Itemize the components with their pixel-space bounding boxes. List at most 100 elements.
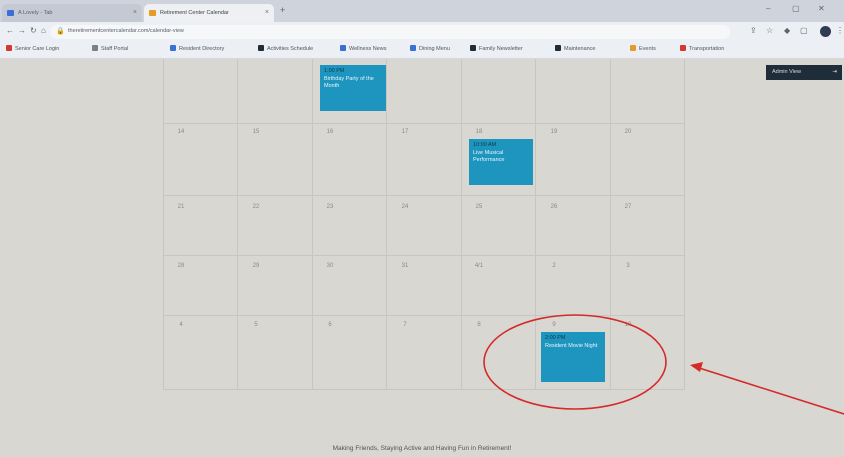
close-icon[interactable]: × — [265, 4, 269, 22]
minimize-icon[interactable]: – — [766, 4, 770, 13]
grid-line — [163, 195, 685, 196]
grid-line — [610, 59, 611, 389]
bookmark-favicon — [170, 45, 176, 51]
day-number[interactable]: 7 — [395, 322, 415, 328]
forward-icon[interactable]: → — [18, 26, 26, 35]
event-title: Live Musical Performance — [473, 149, 505, 164]
page-content: Admin View ⇥ 14 15 16 17 18 19 20 21 22 … — [0, 59, 844, 457]
day-number[interactable]: 21 — [171, 204, 191, 210]
close-icon[interactable]: × — [133, 4, 137, 22]
bookmark-item[interactable]: Wellness News — [340, 45, 387, 52]
bookmark-item[interactable]: Activities Schedule — [258, 45, 313, 52]
day-number[interactable]: 8 — [469, 322, 489, 328]
event-title: Resident Movie Night — [545, 342, 598, 349]
bookmark-favicon — [410, 45, 416, 51]
grid-line — [163, 59, 164, 389]
day-number[interactable]: 5 — [246, 322, 266, 328]
bookmark-item[interactable]: Dining Menu — [410, 45, 450, 52]
reload-icon[interactable]: ↻ — [30, 26, 37, 35]
bookmark-item[interactable]: Senior Care Login — [6, 45, 59, 52]
footer-tagline: Making Friends, Staying Active and Havin… — [332, 445, 512, 452]
share-icon[interactable]: ⇪ — [750, 26, 757, 35]
bookmark-item[interactable]: Events — [630, 45, 656, 52]
arrow-right-icon: ⇥ — [832, 69, 837, 75]
day-number[interactable]: 14 — [171, 129, 191, 135]
day-number[interactable]: 25 — [469, 204, 489, 210]
tab-favicon — [149, 10, 156, 16]
bookmark-favicon — [258, 45, 264, 51]
grid-line — [163, 123, 685, 124]
back-icon[interactable]: ← — [6, 26, 14, 35]
day-number[interactable]: 3 — [618, 263, 638, 269]
menu-icon[interactable]: ⋮ — [836, 26, 844, 35]
bookmark-item[interactable]: Staff Portal — [92, 45, 128, 52]
bookmarks-bar: Senior Care Login Staff Portal Resident … — [0, 42, 844, 59]
event-time: 10:00 AM — [473, 142, 497, 148]
day-number[interactable]: 4/1 — [469, 263, 489, 269]
sidepanel-icon[interactable]: ▢ — [800, 26, 808, 35]
day-number[interactable]: 28 — [171, 263, 191, 269]
day-number[interactable]: 24 — [395, 204, 415, 210]
bookmark-favicon — [340, 45, 346, 51]
bookmark-favicon — [630, 45, 636, 51]
browser-toolbar: ← → ↻ ⌂ 🔒 theretirementcentercalendar.co… — [0, 22, 844, 42]
extension-icon[interactable]: ◆ — [784, 26, 790, 35]
bookmark-item[interactable]: Resident Directory — [170, 45, 224, 52]
day-number[interactable]: 23 — [320, 204, 340, 210]
bookmark-favicon — [680, 45, 686, 51]
day-number[interactable]: 10 — [618, 322, 638, 328]
grid-line — [163, 315, 685, 316]
bookmark-item[interactable]: Maintenance — [555, 45, 596, 52]
url-text: theretirementcentercalendar.com/calendar… — [68, 28, 184, 34]
bookmark-item[interactable]: Transportation — [680, 45, 724, 52]
grid-line — [535, 59, 536, 389]
browser-tab-2[interactable]: Retirement Center Calendar × — [144, 4, 274, 22]
event-title: Birthday Party of the Month — [324, 75, 374, 90]
grid-line — [386, 59, 387, 389]
profile-avatar[interactable] — [820, 26, 831, 37]
day-number[interactable]: 30 — [320, 263, 340, 269]
grid-line — [312, 59, 313, 389]
day-number[interactable]: 16 — [320, 129, 340, 135]
bookmark-favicon — [6, 45, 12, 51]
home-icon[interactable]: ⌂ — [41, 26, 46, 35]
day-number[interactable]: 19 — [544, 129, 564, 135]
calendar-grid: 14 15 16 17 18 19 20 21 22 23 24 25 26 2… — [163, 59, 685, 390]
day-number[interactable]: 4 — [171, 322, 191, 328]
bookmark-favicon — [470, 45, 476, 51]
bookmark-item[interactable]: Family Newsletter — [470, 45, 523, 52]
tab-favicon — [7, 10, 14, 16]
day-number[interactable]: 26 — [544, 204, 564, 210]
grid-line — [684, 59, 685, 389]
calendar-event[interactable]: 1:00 PM Birthday Party of the Month — [320, 65, 386, 111]
day-number[interactable]: 31 — [395, 263, 415, 269]
grid-line — [163, 255, 685, 256]
day-number[interactable]: 29 — [246, 263, 266, 269]
calendar-event[interactable]: 10:00 AM Live Musical Performance — [469, 139, 533, 185]
day-number[interactable]: 15 — [246, 129, 266, 135]
maximize-icon[interactable]: ▢ — [792, 4, 800, 13]
day-number[interactable]: 20 — [618, 129, 638, 135]
browser-window: A Lovely - Tab × Retirement Center Calen… — [0, 0, 844, 457]
grid-line — [237, 59, 238, 389]
tab-label: Retirement Center Calendar — [160, 10, 229, 16]
tab-label: A Lovely - Tab — [18, 10, 53, 16]
day-number[interactable]: 2 — [544, 263, 564, 269]
day-number[interactable]: 17 — [395, 129, 415, 135]
day-number[interactable]: 9 — [544, 322, 564, 328]
bookmark-star-icon[interactable]: ☆ — [766, 26, 773, 35]
new-tab-icon[interactable]: + — [280, 5, 285, 15]
calendar-event[interactable]: 2:00 PM Resident Movie Night — [541, 332, 605, 382]
day-number[interactable]: 22 — [246, 204, 266, 210]
browser-tab-1[interactable]: A Lovely - Tab × — [2, 4, 142, 22]
day-number[interactable]: 6 — [320, 322, 340, 328]
day-number[interactable]: 27 — [618, 204, 638, 210]
close-window-icon[interactable]: ✕ — [818, 4, 825, 13]
grid-line — [461, 59, 462, 389]
day-number[interactable]: 18 — [469, 129, 489, 135]
grid-line — [163, 389, 685, 390]
admin-view-button[interactable]: Admin View ⇥ — [766, 65, 842, 80]
event-time: 2:00 PM — [545, 335, 566, 341]
address-bar[interactable]: 🔒 theretirementcentercalendar.com/calend… — [50, 25, 730, 39]
event-time: 1:00 PM — [324, 68, 345, 74]
